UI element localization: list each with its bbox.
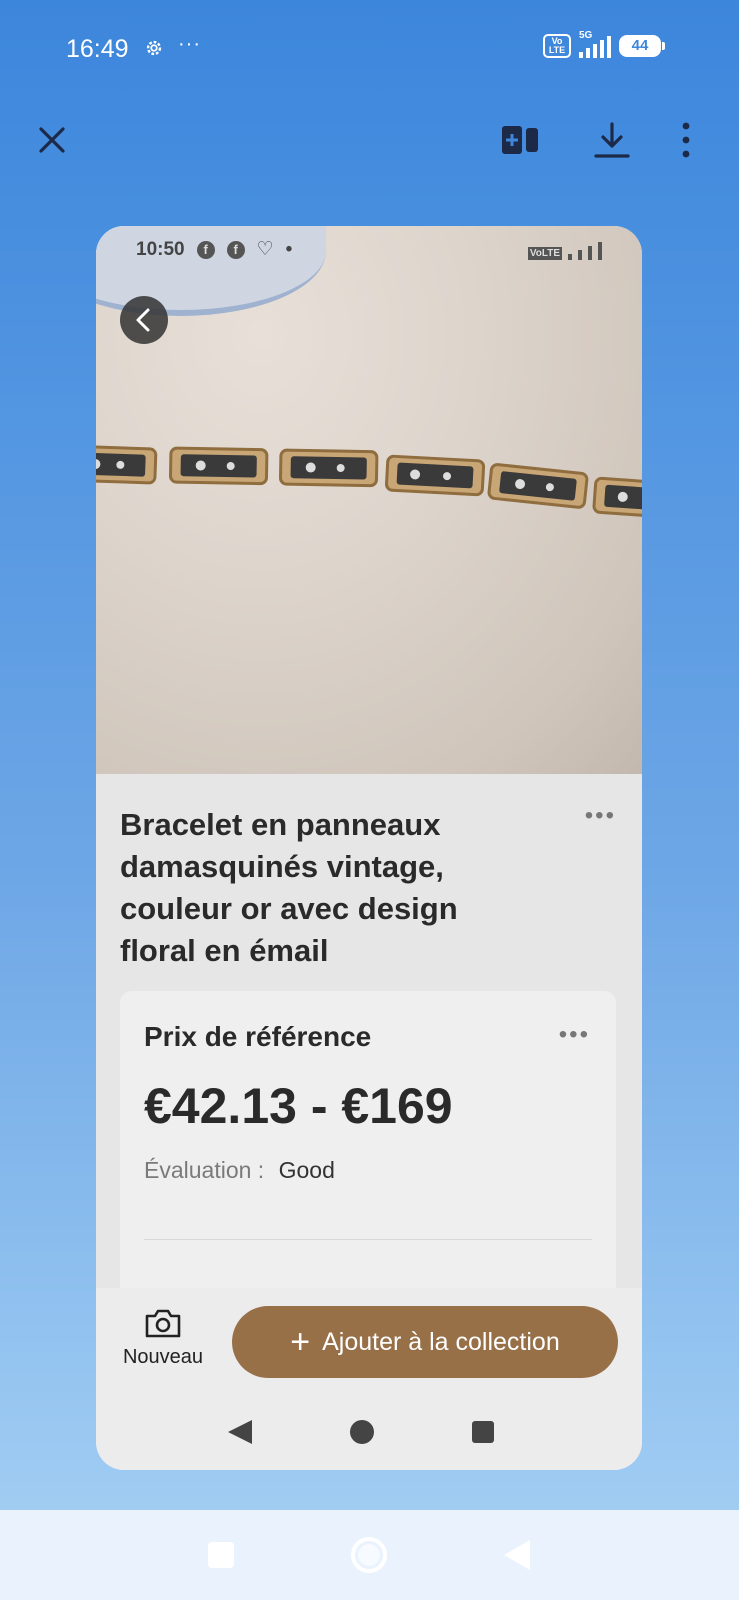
status-indicators: Vo LTE 5G 44 (543, 30, 665, 58)
product-photo: 10:50 f f ♡ • VoLTE (96, 226, 642, 774)
recents-square-icon (472, 1421, 494, 1443)
chevron-left-icon[interactable] (120, 296, 168, 344)
inner-status-bar: 10:50 f f ♡ • (136, 238, 292, 261)
settings-gear-icon (146, 40, 162, 56)
inner-status-indicators: VoLTE (527, 242, 602, 260)
product-title-area: Bracelet en panneaux damasquinés vintage… (96, 774, 642, 972)
add-to-collection-label: Ajouter à la collection (322, 1327, 560, 1356)
divider (144, 1239, 592, 1240)
back-triangle-icon (228, 1420, 252, 1444)
screenshot-preview[interactable]: 10:50 f f ♡ • VoLTE Bracelet en panneaux… (96, 226, 642, 1470)
download-icon[interactable] (592, 120, 632, 160)
new-scan-button[interactable]: Nouveau (116, 1306, 210, 1369)
facebook-icon: f (196, 240, 215, 259)
inner-status-time: 10:50 (136, 238, 185, 260)
inner-navigation-bar (228, 1420, 494, 1444)
price-label: Prix de référence (144, 1021, 372, 1052)
dot-icon: • (285, 238, 293, 260)
network-type: 5G (579, 30, 593, 41)
home-circle-icon (350, 1420, 374, 1444)
rating: Évaluation : Good (144, 1157, 592, 1184)
bottom-panel: Nouveau + Ajouter à la collection (96, 1288, 642, 1470)
system-navigation-bar (0, 1510, 739, 1600)
facebook-icon: f (226, 240, 245, 259)
heart-icon: ♡ (256, 239, 274, 260)
price-card: Prix de référence ••• €42.13 - €169 Éval… (120, 991, 616, 1311)
volte-icon: Vo LTE (543, 34, 571, 58)
add-to-collection-button[interactable]: + Ajouter à la collection (232, 1306, 618, 1378)
plus-icon: + (290, 1323, 311, 1361)
bracelet-image (96, 444, 642, 520)
new-label: Nouveau (122, 1346, 204, 1368)
price-range: €42.13 - €169 (144, 1078, 453, 1134)
more-horizontal-icon[interactable]: ••• (585, 802, 616, 830)
status-time: 16:49 (66, 35, 129, 63)
more-vertical-icon[interactable] (666, 120, 706, 160)
camera-icon (145, 1309, 181, 1338)
more-horizontal-icon[interactable]: ••• (559, 1021, 590, 1049)
status-bar: 16:49 ··· Vo LTE 5G 44 (0, 0, 739, 90)
add-page-icon[interactable] (500, 120, 540, 160)
signal-icon: 5G (579, 30, 611, 58)
notification-more-icon: ··· (178, 33, 201, 55)
recents-square-icon[interactable] (208, 1542, 234, 1568)
product-title: Bracelet en panneaux damasquinés vintage… (120, 807, 458, 968)
close-icon[interactable] (36, 124, 68, 156)
inner-volte-icon: VoLTE (527, 247, 562, 260)
back-triangle-icon[interactable] (504, 1540, 530, 1570)
rating-value: Good (278, 1157, 335, 1183)
rating-label: Évaluation : (144, 1157, 265, 1183)
battery-icon: 44 (619, 35, 665, 57)
